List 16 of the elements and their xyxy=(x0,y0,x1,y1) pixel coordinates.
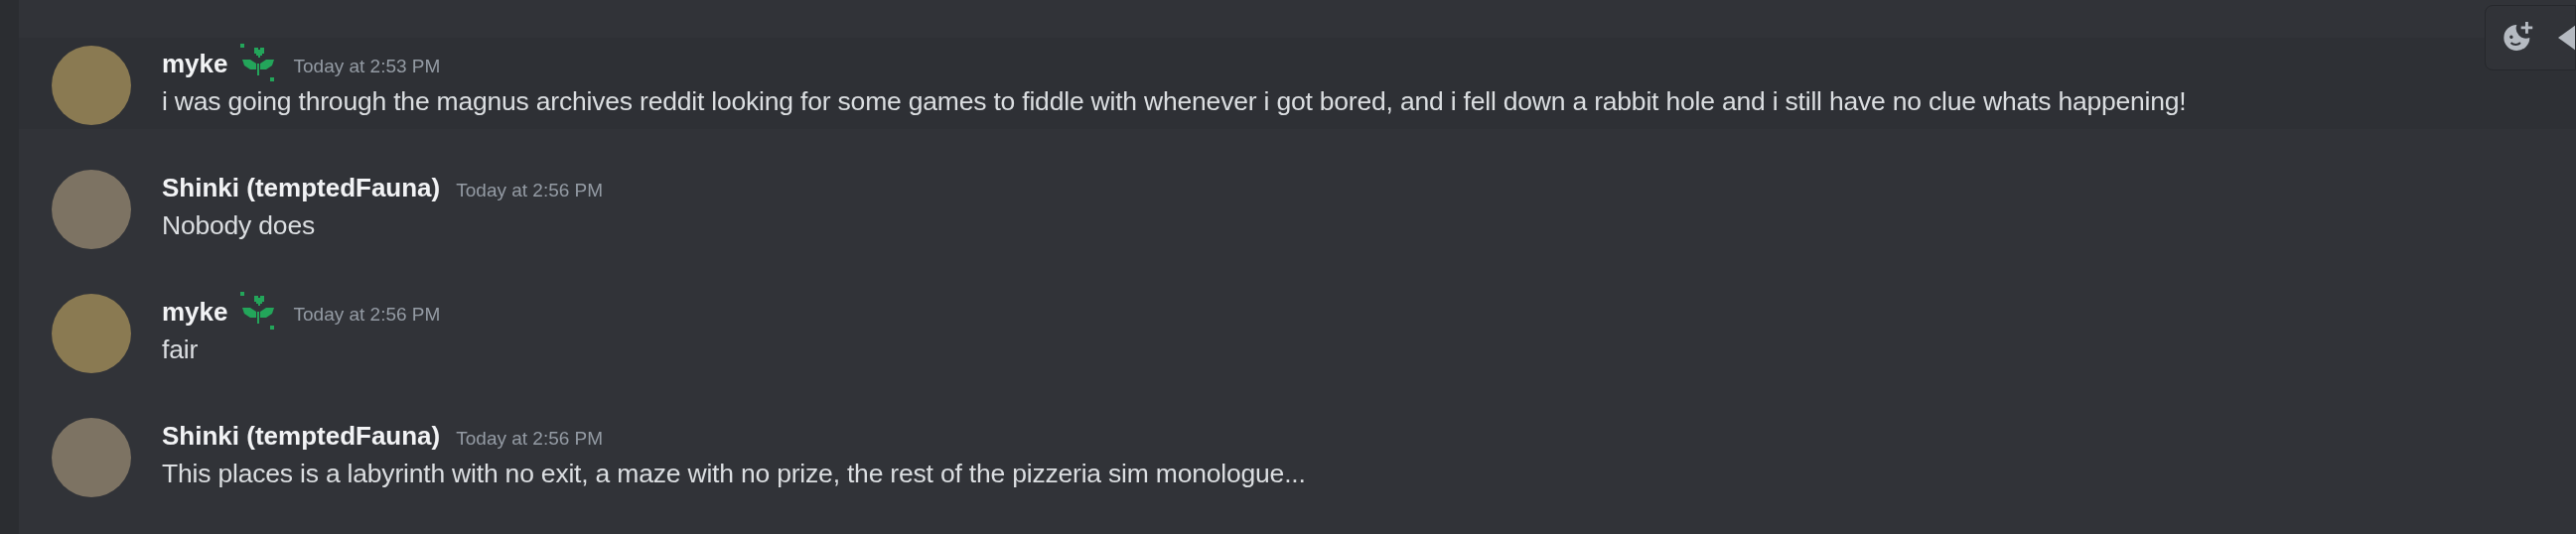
message-text: This places is a labyrinth with no exit, a maze with no prize, the rest of the pizzeria sim monologue... xyxy=(162,458,1306,490)
message-text: i was going through the magnus archives reddit looking for some games to fiddle with whenever i got bored, and i fell down a rabbit hole and i still have no clue whats happening! xyxy=(162,85,2187,118)
username[interactable]: myke xyxy=(162,299,228,325)
timestamp: Today at 2:56 PM xyxy=(293,304,441,324)
timestamp: Today at 2:53 PM xyxy=(293,56,441,75)
username[interactable]: Shinki (temptedFauna) xyxy=(162,175,441,200)
chat-message[interactable]: myke Today at 2:56 PM fair xyxy=(19,286,2576,377)
chat-message[interactable]: Shinki (temptedFauna) Today at 2:56 PM Nobody does xyxy=(19,162,2576,253)
username[interactable]: myke xyxy=(162,51,228,76)
message-text: fair xyxy=(162,334,199,366)
message-text: Nobody does xyxy=(162,209,316,242)
timestamp: Today at 2:56 PM xyxy=(456,428,604,448)
timestamp: Today at 2:56 PM xyxy=(456,180,604,200)
chat-message[interactable]: Shinki (temptedFauna) Today at 2:56 PM This places is a labyrinth with no exit, a maze with no prize, the rest of the pizzeria sim monologue... xyxy=(19,410,2576,501)
username[interactable]: Shinki (temptedFauna) xyxy=(162,423,441,449)
caret-icon[interactable] xyxy=(2557,25,2575,51)
